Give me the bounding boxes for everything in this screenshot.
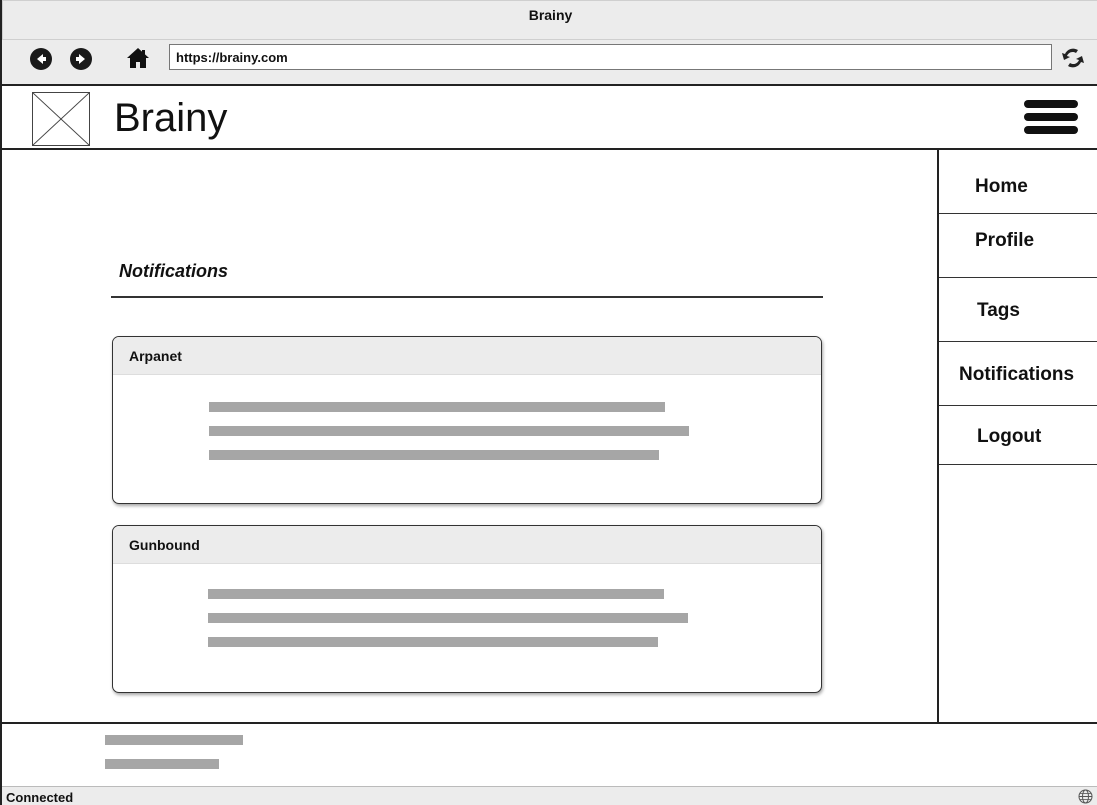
text-placeholder-line [208, 613, 688, 623]
status-bar: Connected [2, 786, 1097, 805]
notification-card[interactable]: Arpanet [112, 336, 822, 504]
footer-placeholder-line [105, 759, 219, 769]
globe-icon [1078, 789, 1093, 804]
text-placeholder-line [209, 402, 665, 412]
notification-card-title: Arpanet [113, 337, 821, 375]
back-arrow-icon [37, 54, 46, 64]
refresh-icon [1062, 48, 1084, 68]
logo-placeholder [32, 92, 90, 146]
home-icon [127, 48, 149, 68]
status-text: Connected [6, 790, 74, 805]
sidebar-item-label: Home [975, 176, 1028, 197]
sidebar-item-notifications[interactable]: Notifications [939, 342, 1097, 406]
browser-window: Brainy Brai [0, 0, 1097, 805]
footer-placeholder-line [105, 735, 243, 745]
text-placeholder-line [209, 450, 659, 460]
app-header: Brainy [2, 86, 1097, 150]
divider [111, 296, 823, 298]
window-title: Brainy [528, 7, 573, 23]
back-button[interactable] [30, 48, 52, 70]
text-placeholder-line [208, 637, 658, 647]
forward-button[interactable] [70, 48, 92, 70]
refresh-button[interactable] [1059, 45, 1087, 71]
page-footer [2, 722, 1097, 786]
image-placeholder-icon [32, 92, 90, 146]
sidebar-item-label: Profile [975, 230, 1035, 251]
notification-card[interactable]: Gunbound [112, 525, 822, 693]
app-title: Brainy [114, 96, 228, 140]
page-title: Notifications [119, 261, 229, 281]
home-button[interactable] [126, 47, 150, 69]
sidebar-item-logout[interactable]: Logout [939, 406, 1097, 465]
browser-toolbar [2, 40, 1097, 86]
sidebar-nav: Home Profile Tags Notifications Logout [937, 150, 1097, 722]
sidebar-item-home[interactable]: Home [939, 150, 1097, 214]
text-placeholder-line [209, 426, 689, 436]
sidebar-item-label: Tags [977, 300, 1020, 321]
text-placeholder-line [208, 589, 664, 599]
notification-card-title: Gunbound [113, 526, 821, 564]
forward-arrow-icon [76, 54, 85, 64]
sidebar-item-label: Notifications [959, 364, 1075, 385]
sidebar-item-profile[interactable]: Profile [939, 214, 1097, 278]
address-bar[interactable] [169, 44, 1052, 70]
hamburger-menu-icon[interactable] [1024, 100, 1078, 136]
sidebar-item-tags[interactable]: Tags [939, 278, 1097, 342]
sidebar-item-label: Logout [977, 426, 1042, 447]
title-bar: Brainy [2, 0, 1097, 40]
